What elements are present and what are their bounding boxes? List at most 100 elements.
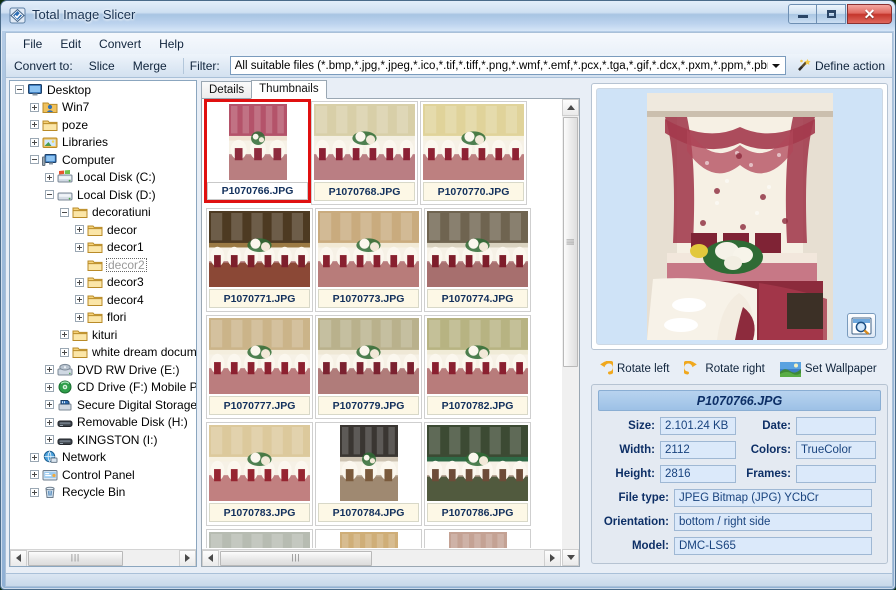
tree-item-network[interactable]: Network bbox=[10, 449, 196, 467]
image-preview-surface[interactable] bbox=[596, 88, 883, 345]
tree-item-decor1[interactable]: decor1 bbox=[10, 239, 196, 257]
menu-file[interactable]: File bbox=[14, 35, 51, 53]
tab-details[interactable]: Details bbox=[201, 81, 253, 99]
tree-scroll-thumb[interactable]: ||| bbox=[28, 550, 123, 566]
maximize-button[interactable] bbox=[817, 4, 846, 24]
expand-icon[interactable] bbox=[75, 295, 84, 305]
tree-item-flori[interactable]: flori bbox=[10, 309, 196, 327]
expand-icon[interactable] bbox=[30, 452, 39, 462]
folder-icon bbox=[87, 275, 103, 289]
thumbnail-item[interactable]: P1070784.JPG bbox=[315, 422, 422, 526]
define-action-button[interactable]: Define action bbox=[792, 55, 892, 76]
tree-scroll-left-button[interactable] bbox=[10, 549, 27, 566]
thumbnails-scroll-thumb[interactable]: ||| bbox=[563, 117, 578, 367]
thumbnail-item[interactable]: P1070783.JPG bbox=[206, 422, 313, 526]
tree-item-local-disk-d[interactable]: Local Disk (D:) bbox=[10, 186, 196, 204]
expand-icon[interactable] bbox=[75, 312, 84, 322]
expand-icon[interactable] bbox=[60, 330, 69, 340]
thumbnail-item[interactable]: P1070770.JPG bbox=[420, 101, 527, 205]
thumbnails-h-scroll-thumb[interactable]: ||| bbox=[220, 550, 372, 566]
tree-item-recycle-bin[interactable]: Recycle Bin bbox=[10, 484, 196, 502]
rotate-right-button[interactable]: Rotate right bbox=[679, 358, 769, 381]
thumbnail-item[interactable]: P1070777.JPG bbox=[206, 315, 313, 419]
thumbnail-item[interactable]: P1070789.JPG bbox=[206, 529, 313, 548]
expand-icon[interactable] bbox=[75, 225, 84, 235]
thumbnail-item[interactable]: P1070768.JPG bbox=[311, 101, 418, 205]
expand-icon[interactable] bbox=[45, 435, 54, 445]
tree-item-poze[interactable]: poze bbox=[10, 116, 196, 134]
merge-button[interactable]: Merge bbox=[125, 56, 175, 76]
tree-item-decor3[interactable]: decor3 bbox=[10, 274, 196, 292]
tree-item-dvd-rw-drive-e[interactable]: DVD RW Drive (E:) bbox=[10, 361, 196, 379]
minimize-button[interactable] bbox=[788, 4, 817, 24]
expand-icon[interactable] bbox=[60, 347, 69, 357]
tree-item-cd-drive-f-mobile-pa[interactable]: CD Drive (F:) Mobile Pa bbox=[10, 379, 196, 397]
expand-icon[interactable] bbox=[30, 120, 39, 130]
folder-tree[interactable]: Desktop Win7 poze Libraries Computer Local Di… bbox=[10, 81, 196, 549]
expand-icon[interactable] bbox=[75, 242, 84, 252]
tree-item-libraries[interactable]: Libraries bbox=[10, 134, 196, 152]
thumbnails-scroll-left-button[interactable] bbox=[202, 549, 219, 566]
slice-button[interactable]: Slice bbox=[81, 56, 123, 76]
set-wallpaper-button[interactable]: Set Wallpaper bbox=[775, 359, 882, 380]
thumbnail-item[interactable]: P1070779.JPG bbox=[315, 315, 422, 419]
title-bar: Total Image Slicer ✕ bbox=[1, 1, 895, 31]
rotate-left-button[interactable]: Rotate left bbox=[591, 358, 674, 381]
thumbnail-caption: P1070777.JPG bbox=[209, 396, 310, 415]
expand-icon[interactable] bbox=[45, 417, 54, 427]
thumbnail-item[interactable]: P1070774.JPG bbox=[424, 208, 531, 312]
tree-item-white-dream-docum[interactable]: white dream docum bbox=[10, 344, 196, 362]
collapse-icon[interactable] bbox=[30, 155, 39, 165]
close-button[interactable]: ✕ bbox=[847, 4, 892, 24]
tree-scroll-right-button[interactable] bbox=[179, 549, 196, 566]
thumbnail-item[interactable]: P1070793.JPG bbox=[315, 529, 422, 548]
tab-thumbnails[interactable]: Thumbnails bbox=[251, 80, 327, 99]
expand-icon[interactable] bbox=[45, 382, 54, 392]
sd-card-icon bbox=[57, 398, 73, 412]
menu-help[interactable]: Help bbox=[150, 35, 193, 53]
menu-edit[interactable]: Edit bbox=[51, 35, 90, 53]
collapse-icon[interactable] bbox=[45, 190, 54, 200]
thumbnail-item[interactable]: P1070766.JPG bbox=[204, 99, 311, 203]
tree-item-decor4[interactable]: decor4 bbox=[10, 291, 196, 309]
collapse-icon[interactable] bbox=[60, 207, 69, 217]
thumbnails-horizontal-scrollbar[interactable]: ||| bbox=[202, 549, 561, 566]
menu-convert[interactable]: Convert bbox=[90, 35, 150, 53]
tree-item-desktop[interactable]: Desktop bbox=[10, 81, 196, 99]
expand-icon[interactable] bbox=[45, 172, 54, 182]
expand-icon[interactable] bbox=[75, 277, 84, 287]
thumbnail-item[interactable]: P1070786.JPG bbox=[424, 422, 531, 526]
thumbnails-scroll-right-button[interactable] bbox=[544, 549, 561, 566]
tree-item-secure-digital-storage-i[interactable]: Secure Digital Storage I bbox=[10, 396, 196, 414]
tree-item-kituri[interactable]: kituri bbox=[10, 326, 196, 344]
tree-item-removable-disk-h[interactable]: Removable Disk (H:) bbox=[10, 414, 196, 432]
thumbnails-vertical-scrollbar[interactable]: ||| bbox=[562, 99, 579, 566]
filter-combobox[interactable]: All suitable files (*.bmp,*.jpg,*.jpeg,*… bbox=[229, 56, 786, 75]
tree-horizontal-scrollbar[interactable]: ||| bbox=[10, 549, 196, 566]
frames-label: Frames: bbox=[746, 468, 791, 480]
tree-item-win7[interactable]: Win7 bbox=[10, 99, 196, 117]
zoom-preview-button[interactable] bbox=[847, 313, 876, 338]
window-controls: ✕ bbox=[788, 4, 892, 24]
expand-icon[interactable] bbox=[30, 102, 39, 112]
thumbnail-item[interactable]: P1070771.JPG bbox=[206, 208, 313, 312]
collapse-icon[interactable] bbox=[15, 85, 24, 95]
expand-icon[interactable] bbox=[45, 365, 54, 375]
tree-item-local-disk-c[interactable]: Local Disk (C:) bbox=[10, 169, 196, 187]
tree-item-kingston-i[interactable]: KINGSTON (I:) bbox=[10, 431, 196, 449]
tree-item-decor2[interactable]: decor2 bbox=[10, 256, 196, 274]
expand-icon[interactable] bbox=[45, 400, 54, 410]
expand-icon[interactable] bbox=[30, 487, 39, 497]
tree-item-computer[interactable]: Computer bbox=[10, 151, 196, 169]
expand-icon[interactable] bbox=[30, 470, 39, 480]
thumbnails-scroll-down-button[interactable] bbox=[562, 549, 579, 566]
tree-item-decor[interactable]: decor bbox=[10, 221, 196, 239]
chevron-down-icon[interactable] bbox=[768, 57, 785, 74]
expand-icon[interactable] bbox=[30, 137, 39, 147]
thumbnails-scroll-up-button[interactable] bbox=[562, 99, 579, 116]
tree-item-decoratiuni[interactable]: decoratiuni bbox=[10, 204, 196, 222]
thumbnail-item[interactable]: P1070782.JPG bbox=[424, 315, 531, 419]
tree-item-control-panel[interactable]: Control Panel bbox=[10, 466, 196, 484]
thumbnail-item[interactable]: P1070773.JPG bbox=[315, 208, 422, 312]
thumbnail-item[interactable]: P1070794.JPG bbox=[424, 529, 531, 548]
